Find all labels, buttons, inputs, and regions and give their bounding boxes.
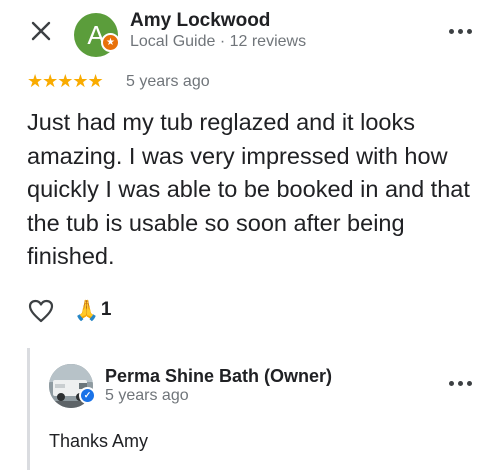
review-text: Just had my tub reglazed and it looks am…: [27, 109, 470, 269]
author-name[interactable]: Amy Lockwood: [130, 10, 270, 32]
review-age: 5 years ago: [126, 73, 210, 90]
close-icon: [31, 21, 51, 41]
reply-more-options-button[interactable]: [447, 373, 475, 393]
reaction-count: 1: [100, 299, 112, 320]
like-button[interactable]: [28, 299, 54, 323]
star-rating: ★★★★★: [27, 71, 104, 91]
owner-name[interactable]: Perma Shine Bath (Owner): [105, 366, 332, 387]
author-meta: Local Guide · 12 reviews: [130, 33, 307, 50]
heart-icon: [28, 299, 54, 323]
reply-divider: [27, 348, 30, 470]
praying-hands-icon: 🙏: [74, 300, 99, 322]
verified-badge-icon: ✓: [79, 387, 96, 404]
reply-text: Thanks Amy: [49, 431, 149, 451]
local-guide-badge-icon: ★: [101, 33, 120, 52]
reply-age: 5 years ago: [105, 387, 189, 404]
reaction-button[interactable]: 🙏 1: [74, 298, 111, 323]
close-button[interactable]: [27, 17, 55, 45]
review-more-options-button[interactable]: [447, 21, 475, 41]
